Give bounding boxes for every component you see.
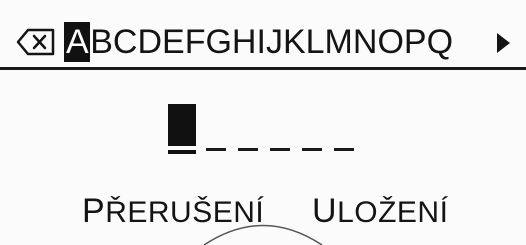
cursor-underline [168, 150, 196, 154]
dial-edge [203, 224, 323, 245]
character-list: ABCDEFGHIJKLMNOPQ [64, 18, 453, 62]
character-option[interactable]: B [90, 22, 113, 62]
character-option[interactable]: D [137, 22, 162, 62]
character-option[interactable]: H [231, 22, 257, 62]
character-option[interactable]: K [282, 22, 306, 62]
character-option[interactable]: F [184, 22, 206, 62]
character-option[interactable]: M [324, 22, 353, 62]
cancel-label-initial: P [82, 192, 106, 230]
character-option[interactable]: C [112, 22, 138, 62]
character-option[interactable]: J [265, 22, 283, 62]
empty-slot [238, 148, 258, 151]
backspace-icon[interactable] [16, 28, 56, 56]
cursor-block [168, 104, 196, 146]
character-option[interactable]: P [403, 22, 427, 62]
triangle-right-icon[interactable] [494, 31, 512, 55]
character-selector: ABCDEFGHIJKLMNOPQ [0, 0, 526, 66]
empty-slot [302, 148, 322, 151]
save-label-rest: LOŽENÍ [337, 196, 449, 229]
character-option[interactable]: Q [426, 22, 453, 62]
empty-slot [270, 148, 290, 151]
character-option[interactable]: G [205, 22, 231, 62]
character-option[interactable]: L [305, 22, 325, 62]
lcd-screen: ABCDEFGHIJKLMNOPQ PŘERUŠENÍ ULOŽENÍ [0, 0, 526, 245]
character-option[interactable]: O [377, 22, 403, 62]
character-option[interactable]: N [352, 22, 378, 62]
character-option[interactable]: E [162, 22, 185, 62]
empty-slot [206, 148, 226, 151]
empty-slot [334, 148, 354, 151]
header-divider [0, 67, 526, 70]
save-softkey[interactable]: ULOŽENÍ [312, 193, 448, 231]
character-option[interactable]: I [256, 22, 266, 62]
selected-character[interactable]: A [64, 22, 90, 62]
